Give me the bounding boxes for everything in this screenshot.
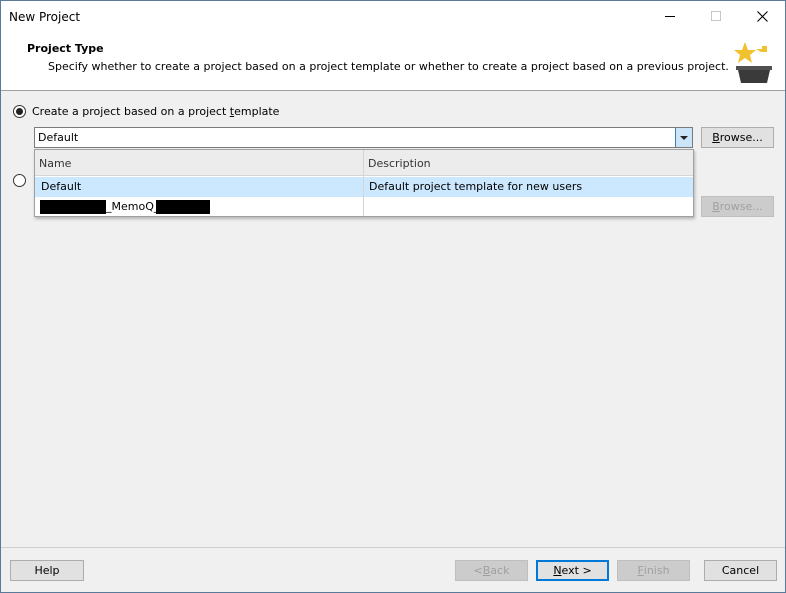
column-header-description[interactable]: Description bbox=[368, 157, 431, 170]
cancel-button[interactable]: Cancel bbox=[704, 560, 777, 581]
list-header: Name Description bbox=[35, 150, 693, 176]
row-description: Default project template for new users bbox=[369, 180, 583, 193]
row-name: _MemoQ_ bbox=[106, 200, 160, 213]
help-button[interactable]: Help bbox=[10, 560, 84, 581]
radio-selected-dot bbox=[16, 108, 23, 115]
template-combobox[interactable]: Default bbox=[34, 127, 693, 148]
template-radio-label[interactable]: Create a project based on a project temp… bbox=[32, 105, 279, 118]
row-name: Default bbox=[41, 180, 82, 193]
maximize-icon bbox=[711, 11, 721, 21]
page-title: Project Type bbox=[27, 42, 104, 55]
browse-project-button[interactable]: Browse... bbox=[701, 196, 774, 217]
column-header-name[interactable]: Name bbox=[39, 157, 71, 170]
template-combobox-value: Default bbox=[38, 131, 79, 144]
chevron-down-icon bbox=[680, 135, 688, 140]
window-title: New Project bbox=[9, 10, 81, 24]
close-button[interactable] bbox=[739, 1, 785, 31]
redacted-block bbox=[156, 200, 210, 214]
redacted-block bbox=[40, 200, 106, 214]
page-description: Specify whether to create a project base… bbox=[48, 60, 729, 73]
template-radio[interactable] bbox=[13, 105, 26, 118]
browse-template-button[interactable]: Browse... bbox=[701, 127, 774, 148]
wizard-header: Project Type Specify whether to create a… bbox=[1, 33, 785, 91]
template-row-default[interactable]: Default Default project template for new… bbox=[35, 177, 693, 197]
minimize-button[interactable] bbox=[647, 1, 693, 31]
template-row-memoq[interactable]: _MemoQ_ bbox=[35, 197, 693, 217]
project-wizard-star-icon bbox=[734, 42, 772, 83]
maximize-button bbox=[693, 1, 739, 31]
back-button[interactable]: < Back bbox=[455, 560, 528, 581]
title-bar: New Project bbox=[1, 1, 785, 33]
previous-project-radio[interactable] bbox=[13, 174, 26, 187]
column-separator bbox=[363, 150, 364, 216]
close-icon bbox=[756, 10, 768, 22]
next-button[interactable]: Next > bbox=[536, 560, 609, 581]
combobox-dropdown-button[interactable] bbox=[675, 128, 692, 147]
new-project-dialog: New Project Project Type Specify whether… bbox=[0, 0, 786, 593]
minimize-icon bbox=[665, 15, 675, 17]
template-dropdown-list[interactable]: Name Description Default Default project… bbox=[34, 149, 694, 217]
finish-button[interactable]: Finish bbox=[617, 560, 690, 581]
footer-divider bbox=[1, 547, 785, 548]
